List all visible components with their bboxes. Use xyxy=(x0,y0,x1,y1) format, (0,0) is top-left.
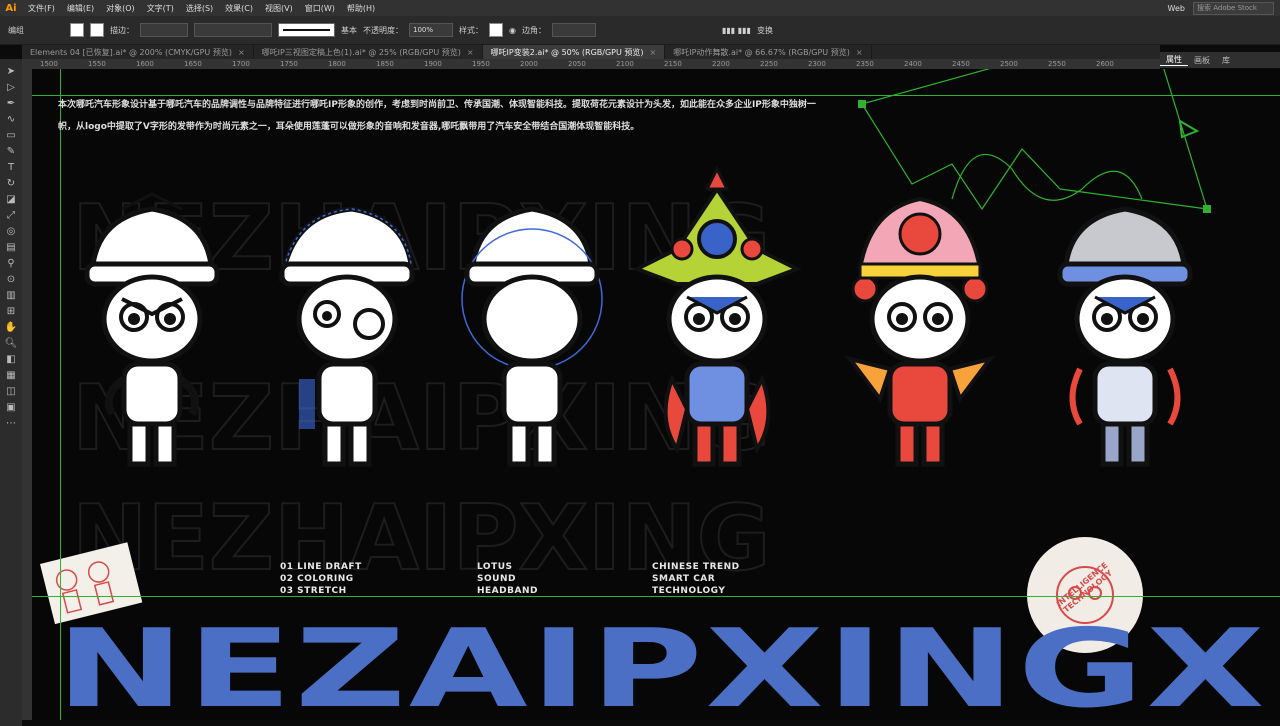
corner-field[interactable] xyxy=(551,23,596,37)
shape-builder-icon[interactable]: ◎ xyxy=(4,225,18,238)
globe-icon[interactable]: ◉ xyxy=(509,26,516,35)
brand-wordmark[interactable]: NEZAIPXINGX xyxy=(56,616,1267,721)
stroke-label: 描边： xyxy=(110,25,134,35)
anchor-point[interactable] xyxy=(858,100,866,108)
opacity-label: 不透明度： xyxy=(363,25,403,35)
pen-tool-icon[interactable]: ✒ xyxy=(4,97,18,110)
type-tool-icon[interactable]: T xyxy=(4,161,18,174)
close-icon[interactable]: × xyxy=(650,48,657,57)
close-icon[interactable]: × xyxy=(856,48,863,57)
menu-help[interactable]: 帮助(H) xyxy=(341,3,381,14)
close-icon[interactable]: × xyxy=(467,48,474,57)
stroke-style-label[interactable]: 基本 xyxy=(341,25,357,36)
control-bar: 编组 描边： 基本 不透明度： 100% 样式： ◉ 边角： ▮▮▮ ▮▮▮ 变… xyxy=(0,16,1280,45)
blend-tool-icon[interactable]: ⊙ xyxy=(4,273,18,286)
graph-tool-icon[interactable]: ▥ xyxy=(4,289,18,302)
direct-selection-tool-icon[interactable]: ▷ xyxy=(4,81,18,94)
tab-artboards[interactable]: 画板 xyxy=(1188,55,1216,66)
screen-mode-icon[interactable]: ▣ xyxy=(4,401,18,414)
tab-properties[interactable]: 属性 xyxy=(1160,54,1188,66)
eyedropper-tool-icon[interactable]: ⚲ xyxy=(4,257,18,270)
hand-tool-icon[interactable]: ✋ xyxy=(4,321,18,334)
align-icons[interactable]: ▮▮▮ ▮▮▮ xyxy=(722,26,751,35)
vertical-ruler xyxy=(22,69,32,720)
variable-width-field[interactable] xyxy=(194,23,272,37)
rotate-tool-icon[interactable]: ↻ xyxy=(4,177,18,190)
tools-panel: ➤ ▷ ✒ ∿ ▭ ✎ T ↻ ◪ ⤢ ◎ ▤ ⚲ ⊙ ▥ ⊞ ✋ 🔍︎ ◧ ▦… xyxy=(0,59,22,726)
horizontal-ruler: 1500 1550 1600 1650 1700 1750 1800 1850 … xyxy=(22,59,1160,69)
transform-label[interactable]: 变换 xyxy=(757,25,773,36)
right-panel-tabs: 属性 画板 库 xyxy=(1160,52,1280,68)
selected-path[interactable] xyxy=(861,69,1208,211)
selection-type-label: 编组 xyxy=(8,25,24,35)
artboard-tool-icon[interactable]: ⊞ xyxy=(4,305,18,318)
zoom-tool-icon[interactable]: 🔍︎ xyxy=(4,337,18,350)
opacity-field[interactable]: 100% xyxy=(409,23,453,37)
draw-mode-icon[interactable]: ◫ xyxy=(4,385,18,398)
tab-nezha-threeview[interactable]: 哪吒IP三视图定稿上色(1).ai* @ 25% (RGB/GPU 预览) × xyxy=(254,45,483,59)
pencil-tool-icon[interactable]: ✎ xyxy=(4,145,18,158)
more-tools-icon[interactable]: ⋯ xyxy=(4,417,18,430)
eraser-tool-icon[interactable]: ◪ xyxy=(4,193,18,206)
color-mode-icon[interactable]: ▦ xyxy=(4,369,18,382)
gradient-tool-icon[interactable]: ▤ xyxy=(4,241,18,254)
close-icon[interactable]: × xyxy=(238,48,245,57)
tab-nezha-costume[interactable]: 哪吒IP变装2.ai* @ 50% (RGB/GPU 预览) × xyxy=(482,45,666,59)
description-text[interactable]: 本次哪吒汽车形象设计基于哪吒汽车的品牌调性与品牌特征进行哪吒IP形象的创作，考虑… xyxy=(58,94,818,138)
anchor-point[interactable] xyxy=(1203,205,1211,213)
stroke-swatch[interactable] xyxy=(90,23,104,37)
style-label: 样式： xyxy=(459,25,483,35)
graphic-style-swatch[interactable] xyxy=(489,23,503,37)
rectangle-tool-icon[interactable]: ▭ xyxy=(4,129,18,142)
menu-edit[interactable]: 编辑(E) xyxy=(61,3,100,14)
curvature-tool-icon[interactable]: ∿ xyxy=(4,113,18,126)
brush-preview[interactable] xyxy=(278,23,335,37)
stock-search-input[interactable]: 搜索 Adobe Stock xyxy=(1193,1,1274,15)
menu-bar: Ai 文件(F) 编辑(E) 对象(O) 文字(T) 选择(S) 效果(C) 视… xyxy=(0,0,1280,16)
workspace-switcher[interactable]: Web xyxy=(1168,4,1185,13)
tab-libraries[interactable]: 库 xyxy=(1216,55,1236,66)
artboard-canvas[interactable]: NEZHAIPXING NEZHAIPXING NEZHAIPXING 本次哪吒… xyxy=(32,69,1280,720)
character-tech-blue[interactable] xyxy=(1057,206,1193,467)
app-logo: Ai xyxy=(5,2,17,14)
menu-view[interactable]: 视图(V) xyxy=(259,3,299,14)
character-opera-red[interactable] xyxy=(845,196,995,467)
menu-file[interactable]: 文件(F) xyxy=(22,3,61,14)
menu-type[interactable]: 文字(T) xyxy=(141,3,180,14)
selection-tool-icon[interactable]: ➤ xyxy=(4,65,18,78)
tab-elements04[interactable]: Elements 04 [已恢复].ai* @ 200% (CMYK/GPU 预… xyxy=(22,45,254,59)
menu-select[interactable]: 选择(S) xyxy=(180,3,219,14)
menu-object[interactable]: 对象(O) xyxy=(100,3,141,14)
stroke-weight-field[interactable] xyxy=(140,23,188,37)
process-list[interactable]: 01 LINE DRAFT 02 COLORING 03 STRETCH xyxy=(280,561,362,597)
corner-label: 边角： xyxy=(521,25,546,35)
menu-window[interactable]: 窗口(W) xyxy=(299,3,341,14)
scale-tool-icon[interactable]: ⤢ xyxy=(4,209,18,222)
element-list[interactable]: LOTUS SOUND HEADBAND xyxy=(477,561,538,597)
fill-stroke-icon[interactable]: ◧ xyxy=(4,353,18,366)
menu-effect[interactable]: 效果(C) xyxy=(219,3,259,14)
document-tabs: Elements 04 [已恢复].ai* @ 200% (CMYK/GPU 预… xyxy=(22,45,1160,59)
tab-nezha-motion[interactable]: 哪吒IP动作舞散.ai* @ 66.67% (RGB/GPU 预览) × xyxy=(665,45,872,59)
fill-swatch[interactable] xyxy=(70,23,84,37)
concept-list[interactable]: CHINESE TREND SMART CAR TECHNOLOGY xyxy=(652,561,740,597)
